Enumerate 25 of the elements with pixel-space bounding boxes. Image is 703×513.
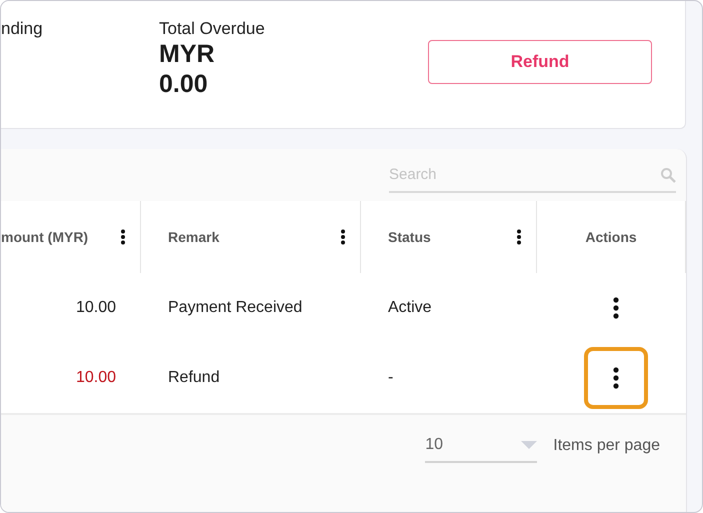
search-icon: [660, 167, 676, 183]
status-cell: -: [361, 343, 537, 413]
overdue-label: Total Overdue: [159, 19, 266, 39]
more-vertical-icon: [612, 297, 618, 319]
items-per-page-label: Items per page: [553, 436, 660, 456]
column-title: mount (MYR): [1, 229, 88, 245]
remark-cell: Refund: [141, 343, 361, 413]
column-menu-icon: [120, 229, 126, 245]
column-title: Status: [388, 229, 431, 245]
more-vertical-icon: [612, 367, 618, 389]
remark-cell: Payment Received: [141, 273, 361, 343]
column-menu-icon: [516, 229, 522, 245]
amount-cell: 10.00: [1, 343, 141, 413]
page-size-select[interactable]: 10: [425, 429, 538, 463]
column-title: Actions: [585, 229, 637, 245]
refund-button[interactable]: Refund: [428, 40, 652, 84]
overdue-value: 0.00: [159, 69, 209, 99]
amount-cell: 10.00: [1, 273, 141, 343]
status-cell: Active: [361, 273, 537, 343]
overdue-currency: MYR: [159, 39, 216, 69]
column-menu-icon: [340, 229, 346, 245]
actions-menu-button[interactable]: [584, 347, 648, 409]
column-title: Remark: [168, 229, 220, 245]
outstanding-label: nding: [1, 19, 44, 39]
dropdown-caret-icon: [521, 441, 538, 449]
